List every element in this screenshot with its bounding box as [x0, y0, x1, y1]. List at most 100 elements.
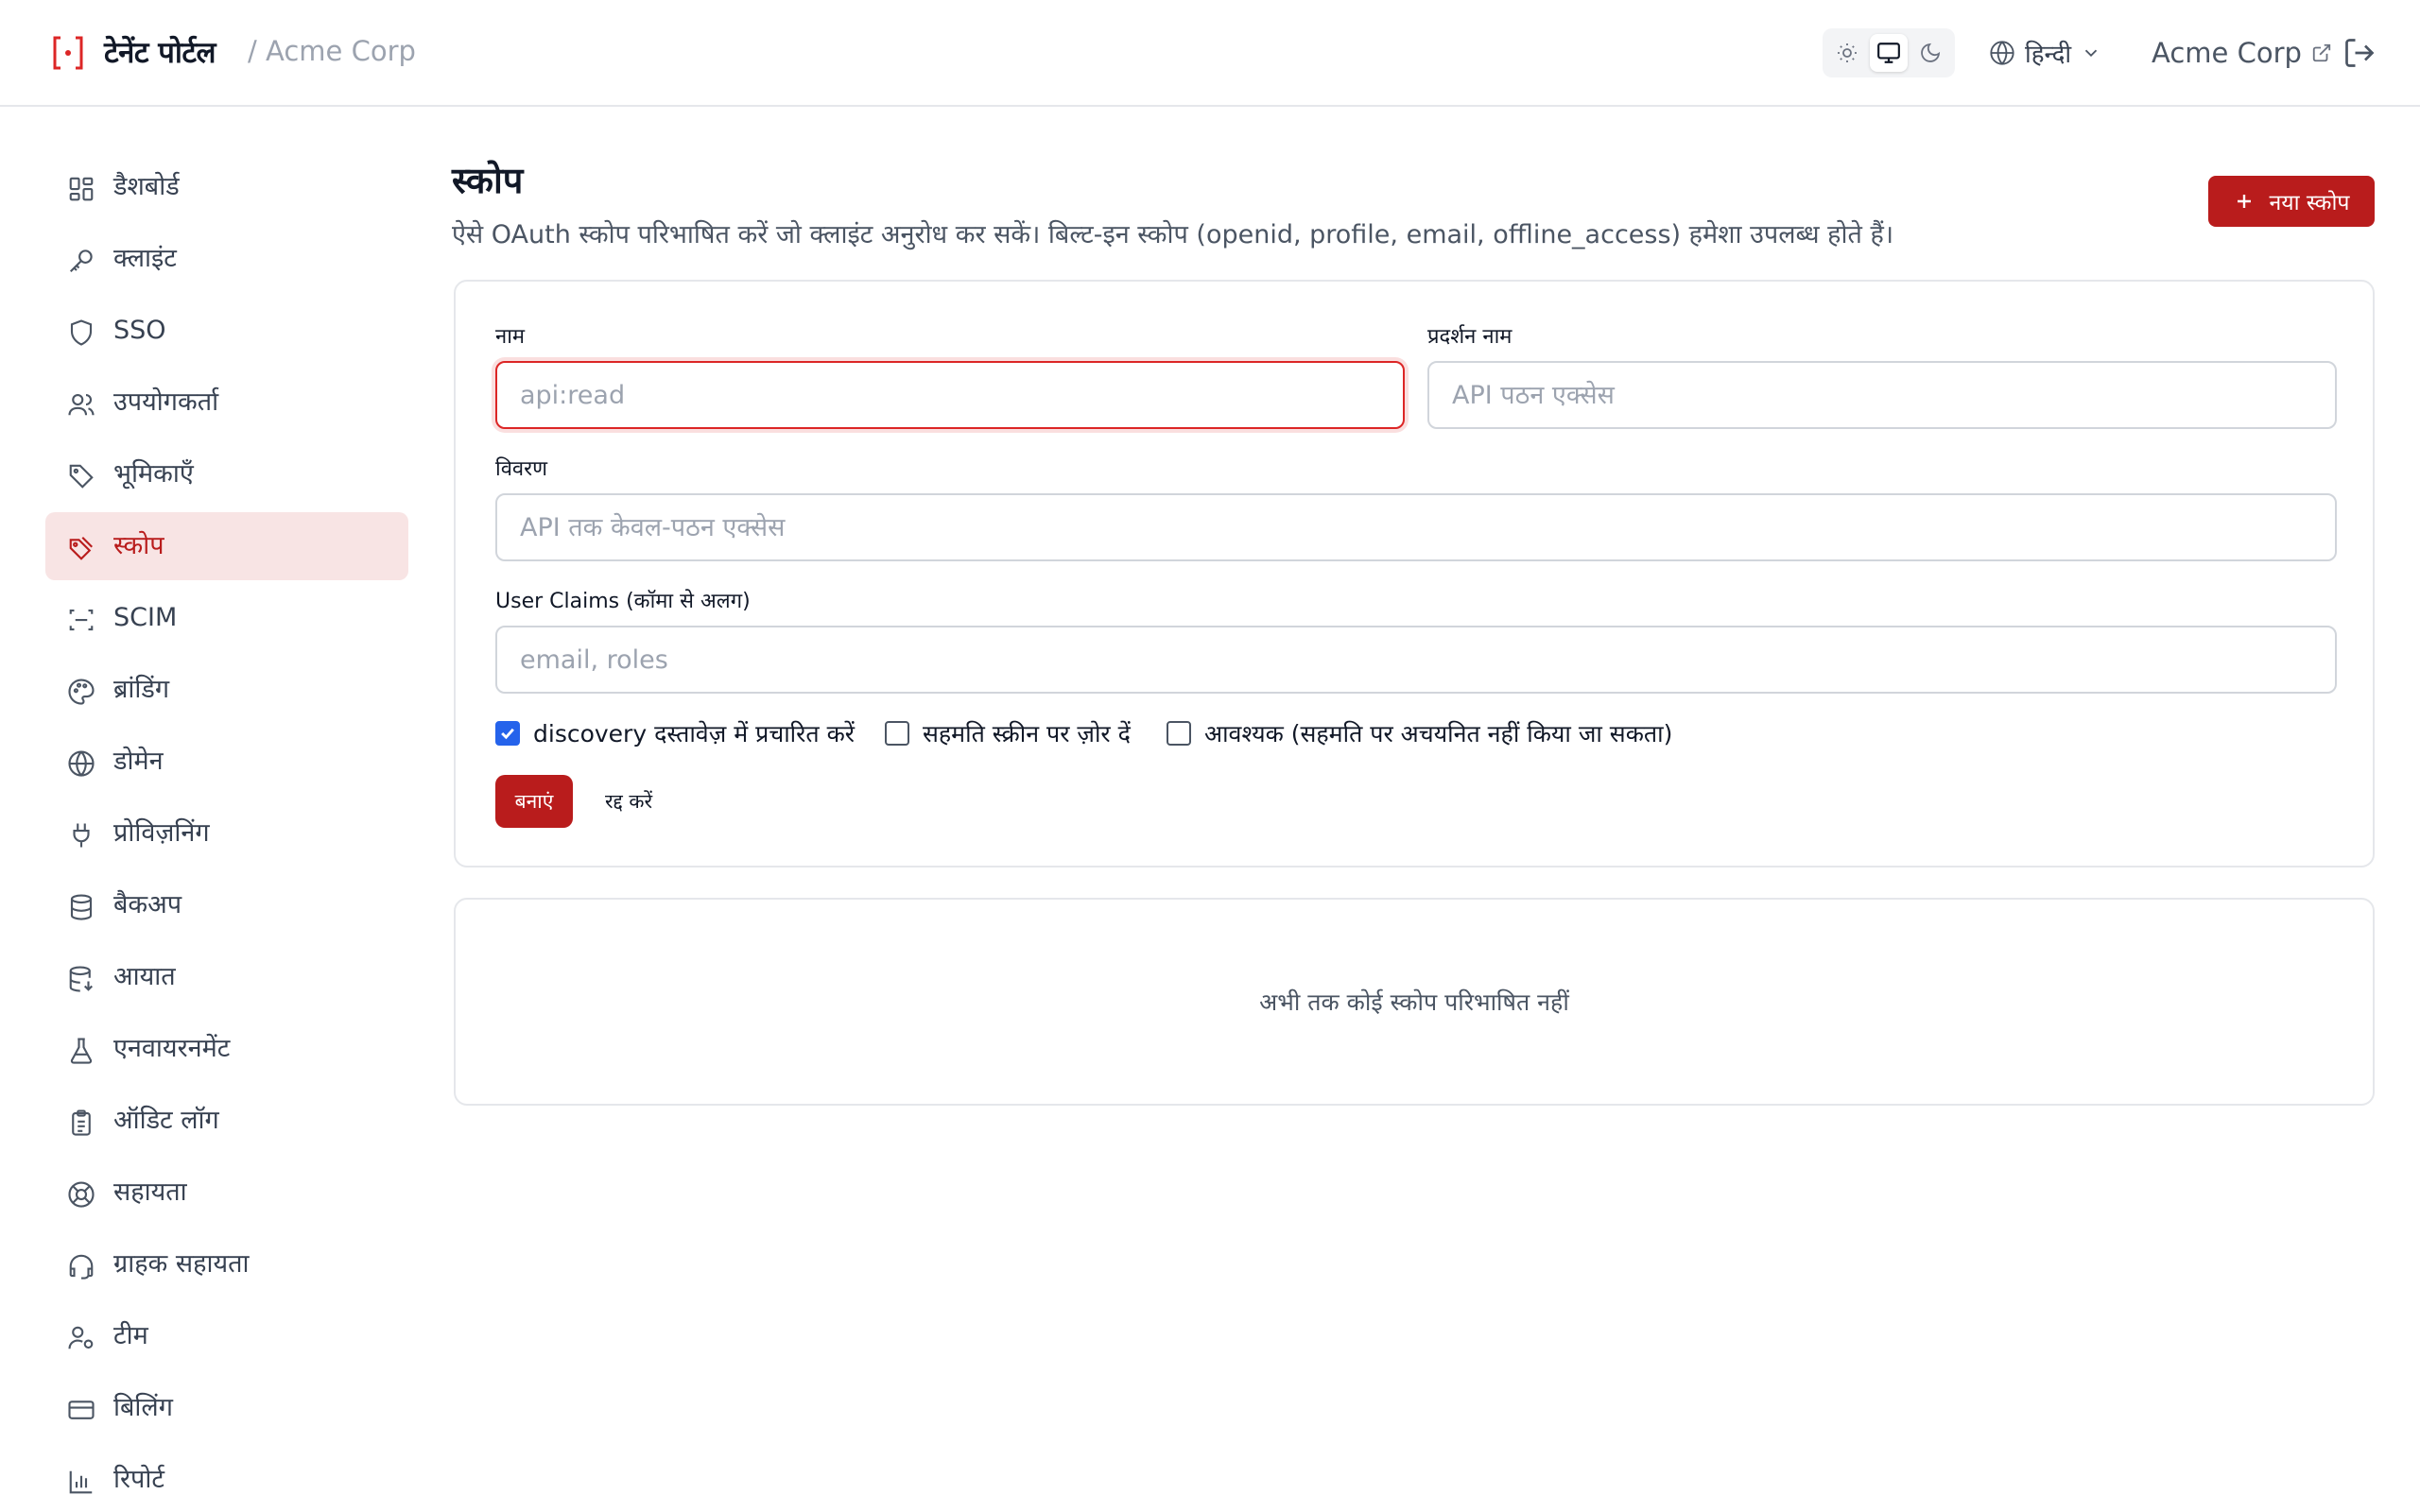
display-name-input[interactable]	[1427, 361, 2337, 429]
user-claims-input[interactable]	[495, 626, 2337, 694]
sidebar-item-audit-log[interactable]: ऑडिट लॉग	[45, 1087, 408, 1155]
theme-light-button[interactable]	[1828, 34, 1866, 72]
sidebar-item-label: SCIM	[113, 603, 178, 632]
sidebar-item-customer-support[interactable]: ग्राहक सहायता	[45, 1230, 408, 1298]
sidebar-item-label: स्कोप	[113, 531, 164, 560]
sidebar-item-import[interactable]: आयात	[45, 943, 408, 1011]
display-name-label: प्रदर्शन नाम	[1427, 325, 1512, 349]
description-input[interactable]	[495, 493, 2337, 561]
plug-icon	[66, 820, 96, 850]
sidebar-item-domains[interactable]: डोमेन	[45, 728, 408, 796]
tags-icon	[66, 533, 96, 563]
sidebar-item-label: टीम	[113, 1321, 148, 1350]
checkbox-label: सहमति स्क्रीन पर ज़ोर दें	[923, 720, 1131, 747]
sidebar-item-clients[interactable]: क्लाइंट	[45, 225, 408, 293]
checkbox-label: discovery दस्तावेज़ में प्रचारित करें	[533, 720, 855, 747]
sidebar-item-provisioning[interactable]: प्रोविज़निंग	[45, 799, 408, 868]
sun-icon	[1838, 43, 1857, 62]
description-label: विवरण	[495, 457, 548, 481]
external-link-icon	[2312, 43, 2331, 62]
dashboard-grid-icon	[66, 174, 96, 204]
check-icon	[501, 728, 514, 740]
logout-icon[interactable]	[2342, 36, 2377, 70]
sidebar-item-label: रिपोर्ट	[113, 1465, 164, 1494]
headset-icon	[66, 1251, 96, 1281]
key-icon	[66, 246, 96, 276]
checkbox-checked[interactable]	[495, 721, 520, 746]
org-breadcrumb: / Acme Corp	[248, 35, 416, 67]
name-input[interactable]	[495, 361, 1405, 429]
moon-icon	[1921, 43, 1941, 62]
language-selector[interactable]: हिन्दी	[1989, 34, 2101, 72]
sidebar-item-users[interactable]: उपयोगकर्ता	[45, 369, 408, 437]
tag-icon	[66, 461, 96, 491]
bracket-logo-icon	[53, 36, 83, 70]
scan-icon	[66, 605, 96, 635]
shield-icon	[66, 318, 96, 348]
checkbox-show-in-discovery[interactable]: discovery दस्तावेज़ में प्रचारित करें	[495, 716, 855, 750]
sidebar-item-label: भूमिकाएँ	[113, 459, 194, 489]
checkbox-unchecked[interactable]	[1167, 721, 1191, 746]
sidebar-item-billing[interactable]: बिलिंग	[45, 1374, 408, 1442]
database-import-icon	[66, 964, 96, 994]
top-header: टेनेंट पोर्टल / Acme Corp हिन्दी Acme Co…	[0, 0, 2420, 107]
user-claims-label: User Claims (कॉमा से अलग)	[495, 590, 751, 613]
chevron-down-icon	[2084, 49, 2098, 58]
new-scope-button-label: नया स्कोप	[2269, 191, 2350, 215]
sidebar-item-label: डोमेन	[113, 747, 164, 776]
sidebar-item-label: सहायता	[113, 1177, 187, 1207]
name-label: नाम	[495, 325, 526, 349]
sidebar-item-help[interactable]: सहायता	[45, 1159, 408, 1227]
scopes-list-empty: अभी तक कोई स्कोप परिभाषित नहीं	[454, 898, 2375, 1106]
sidebar-item-label: उपयोगकर्ता	[113, 387, 219, 417]
sidebar-item-label: आयात	[113, 962, 176, 991]
sidebar-item-environments[interactable]: एनवायरनमेंट	[45, 1015, 408, 1083]
checkbox-unchecked[interactable]	[885, 721, 909, 746]
empty-state-message: अभी तक कोई स्कोप परिभाषित नहीं	[1259, 988, 1569, 1016]
palette-icon	[66, 677, 96, 707]
monitor-icon	[1877, 43, 1900, 63]
sidebar-item-label: क्लाइंट	[113, 244, 177, 273]
flask-icon	[66, 1036, 96, 1066]
sidebar-item-branding[interactable]: ब्रांडिंग	[45, 656, 408, 724]
new-scope-button[interactable]: नया स्कोप	[2208, 176, 2375, 227]
brand-title[interactable]: टेनेंट पोर्टल	[104, 32, 216, 72]
tenant-link-label: Acme Corp	[2152, 37, 2302, 69]
plus-icon	[2238, 195, 2252, 208]
database-icon	[66, 892, 96, 922]
page-title: स्कोप	[452, 160, 524, 201]
sidebar-item-label: ग्राहक सहायता	[113, 1249, 250, 1279]
sidebar-item-team[interactable]: टीम	[45, 1302, 408, 1370]
language-label: हिन्दी	[2025, 41, 2072, 69]
globe-icon	[66, 748, 96, 779]
sidebar-item-reports[interactable]: रिपोर्ट	[45, 1446, 408, 1512]
globe-icon	[1990, 41, 2014, 65]
sidebar-item-sso[interactable]: SSO	[45, 297, 408, 365]
sidebar-item-roles[interactable]: भूमिकाएँ	[45, 440, 408, 508]
sidebar-item-scim[interactable]: SCIM	[45, 584, 408, 652]
sidebar-item-scopes[interactable]: स्कोप	[45, 512, 408, 580]
checkbox-emphasize-consent[interactable]: सहमति स्क्रीन पर ज़ोर दें	[885, 716, 1131, 750]
checkbox-required[interactable]: आवश्यक (सहमति पर अचयनित नहीं किया जा सकत…	[1167, 716, 1672, 750]
user-cog-icon	[66, 1323, 96, 1353]
tenant-external-link[interactable]: Acme Corp	[2152, 34, 2332, 72]
users-icon	[66, 389, 96, 420]
sidebar-item-backup[interactable]: बैकअप	[45, 871, 408, 939]
create-button[interactable]: बनाएं	[495, 775, 573, 828]
sidebar-item-label: SSO	[113, 316, 166, 345]
theme-switcher	[1823, 28, 1955, 77]
sidebar-item-label: ब्रांडिंग	[113, 675, 170, 704]
sidebar-item-label: एनवायरनमेंट	[113, 1034, 231, 1063]
cancel-button[interactable]: रद्द करें	[592, 775, 666, 828]
bar-chart-icon	[66, 1467, 96, 1497]
sidebar-item-label: बैकअप	[113, 890, 182, 919]
theme-system-button[interactable]	[1870, 34, 1908, 72]
theme-dark-button[interactable]	[1911, 34, 1949, 72]
sidebar-item-dashboard[interactable]: डैशबोर्ड	[45, 153, 408, 221]
page-description: ऐसे OAuth स्कोप परिभाषित करें जो क्लाइंट…	[452, 220, 1894, 249]
clipboard-icon	[66, 1108, 96, 1138]
credit-card-icon	[66, 1395, 96, 1425]
sidebar-item-label: बिलिंग	[113, 1393, 173, 1422]
lifebuoy-icon	[66, 1179, 96, 1210]
sidebar-item-label: डैशबोर्ड	[113, 172, 180, 201]
